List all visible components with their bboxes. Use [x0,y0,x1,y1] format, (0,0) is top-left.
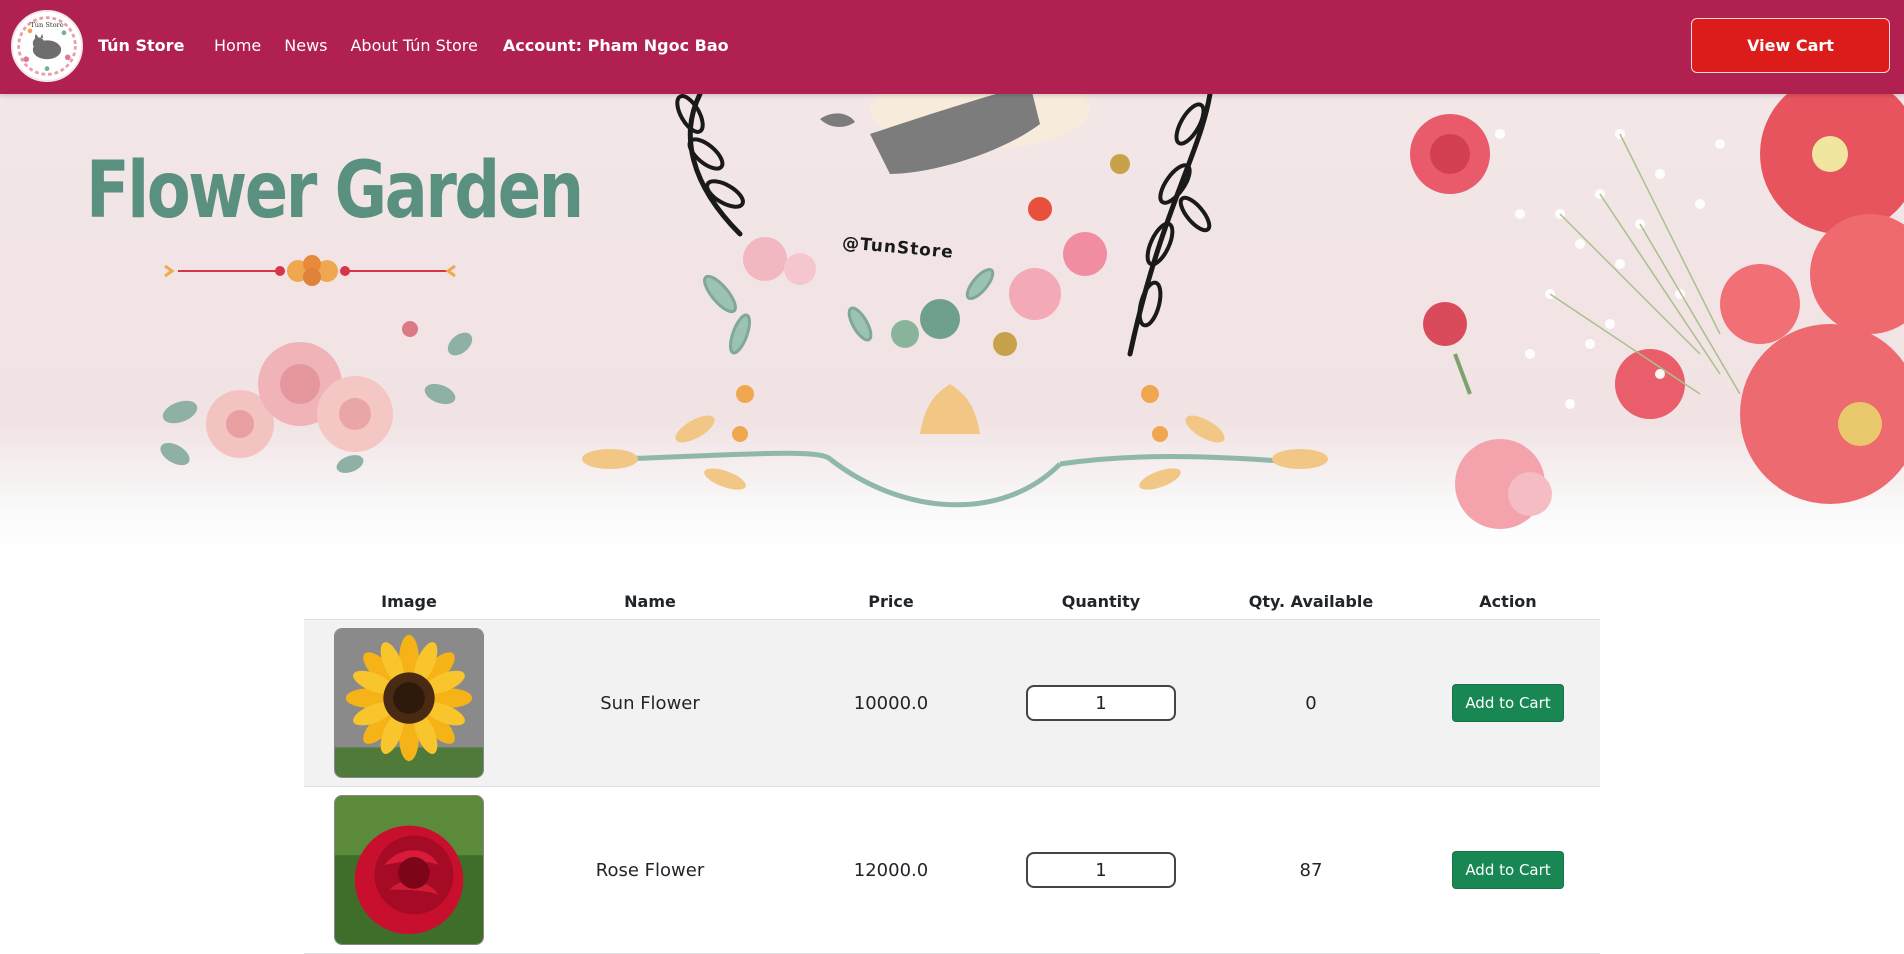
header-name: Name [514,583,786,620]
product-table: Image Name Price Quantity Qty. Available… [304,583,1600,954]
header-available: Qty. Available [1206,583,1416,620]
nav-news-link[interactable]: News [284,36,327,55]
header-image: Image [304,583,514,620]
product-name: Sun Flower [514,619,786,787]
add-to-cart-button[interactable]: Add to Cart [1452,684,1564,722]
store-logo[interactable]: Tún Store [11,10,83,82]
nav-home-link[interactable]: Home [214,36,261,55]
top-navbar: Tún Store Tún Store Home News About Tún … [0,0,1904,94]
sunflower-image [335,629,483,777]
nav-links: Home News About Tún Store Account: Pham … [214,36,729,55]
table-header-row: Image Name Price Quantity Qty. Available… [304,583,1600,620]
product-name: Rose Flower [514,786,786,954]
add-to-cart-button[interactable]: Add to Cart [1452,851,1564,889]
table-row: Rose Flower 12000.0 87 Add to Cart [304,786,1600,954]
header-price: Price [786,583,996,620]
cat-logo-icon: Tún Store [14,13,80,79]
product-available: 0 [1206,619,1416,787]
quantity-input[interactable] [1026,852,1176,888]
product-available: 87 [1206,786,1416,954]
header-quantity: Quantity [996,583,1206,620]
hero-banner: Flower Garden @TunStore [0,94,1904,550]
product-image[interactable] [334,628,484,778]
view-cart-button[interactable]: View Cart [1691,18,1890,73]
table-row: Sun Flower 10000.0 0 Add to Cart [304,619,1600,787]
nav-about-link[interactable]: About Tún Store [350,36,477,55]
product-price: 12000.0 [786,786,996,954]
brand-name[interactable]: Tún Store [98,36,184,55]
rose-image [335,796,483,944]
header-action: Action [1416,583,1600,620]
banner-title: Flower Garden [86,146,584,236]
svg-text:Tún Store: Tún Store [30,21,63,29]
product-image[interactable] [334,795,484,945]
product-price: 10000.0 [786,619,996,787]
quantity-input[interactable] [1026,685,1176,721]
account-name[interactable]: Account: Pham Ngoc Bao [503,36,729,55]
